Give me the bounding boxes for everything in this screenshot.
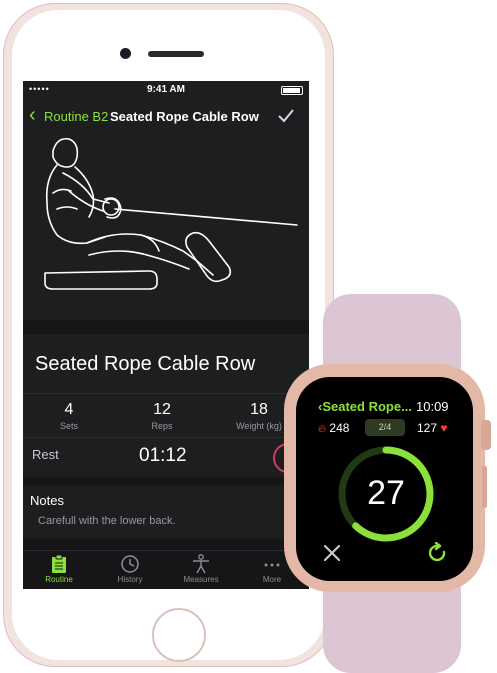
exercise-illustration <box>23 133 309 320</box>
heart-icon: ♥ <box>440 421 448 435</box>
tab-routine[interactable]: Routine <box>23 551 95 589</box>
front-camera <box>120 48 131 59</box>
watch-screen: ‹Seated Rope... 10:09 🔥︎ 248 2/4 127 ♥ 2… <box>296 377 473 581</box>
calories-value: 248 <box>329 421 350 435</box>
tab-history[interactable]: History <box>94 551 166 589</box>
close-icon[interactable] <box>322 543 342 563</box>
battery-icon <box>281 86 303 95</box>
rest-row: Rest 01:12 <box>23 437 309 478</box>
watch-side-button[interactable] <box>482 466 487 508</box>
watch-heart-rate: 127 ♥ <box>417 421 448 435</box>
stat-value: 12 <box>153 401 171 418</box>
status-bar: ••••• 9:41 AM <box>23 81 309 99</box>
tab-label: Measures <box>183 575 219 584</box>
rest-label: Rest <box>32 447 59 462</box>
stat-label: Reps <box>151 421 173 431</box>
nav-title: Seated Rope Cable Row <box>110 109 259 124</box>
stat-sets: 4 Sets <box>29 401 109 431</box>
back-chevron-icon[interactable]: ‹ <box>29 105 36 125</box>
notes-text: Carefull with the lower back. <box>38 515 176 527</box>
stat-value: 4 <box>64 401 74 418</box>
notes-heading: Notes <box>30 493 64 508</box>
phone-screen: ••••• 9:41 AM ‹ Routine B2 Seated Rope C… <box>23 81 309 589</box>
more-icon <box>264 563 280 567</box>
tab-measures[interactable]: Measures <box>165 551 237 589</box>
watch-calories: 🔥︎ 248 <box>318 421 349 436</box>
stats-row: 4 Sets 12 Reps 18 Weight (kg) <box>23 393 309 436</box>
exercise-title: Seated Rope Cable Row <box>35 353 256 375</box>
rest-timer: 01:12 <box>139 445 187 466</box>
watch-time: 10:09 <box>416 399 449 414</box>
status-time: 9:41 AM <box>147 84 185 95</box>
section-divider <box>23 539 309 550</box>
tab-label: History <box>117 575 143 584</box>
earpiece-speaker <box>148 51 204 57</box>
clock-icon <box>121 555 139 573</box>
tab-bar: Routine History Measures More <box>23 550 309 589</box>
set-progress-badge: 2/4 <box>365 419 405 436</box>
navigation-bar: ‹ Routine B2 Seated Rope Cable Row <box>23 99 309 133</box>
stat-label: Sets <box>59 421 78 431</box>
section-divider <box>23 320 309 334</box>
digital-crown[interactable] <box>481 420 491 450</box>
tab-label: Routine <box>45 575 73 584</box>
home-button[interactable] <box>152 608 206 662</box>
back-button[interactable]: Routine B2 <box>44 109 108 124</box>
body-icon <box>193 554 209 574</box>
redo-icon[interactable] <box>427 542 449 564</box>
section-divider <box>23 477 309 485</box>
flame-icon: 🔥︎ <box>318 423 327 435</box>
checkmark-icon[interactable] <box>276 106 296 126</box>
watch-back-title[interactable]: ‹Seated Rope... <box>318 399 412 414</box>
watch-title: Seated Rope... <box>322 399 412 414</box>
rep-count: 27 <box>367 474 405 512</box>
heart-rate-value: 127 <box>417 421 438 435</box>
clipboard-icon <box>52 554 66 573</box>
stat-reps: 12 Reps <box>122 401 202 431</box>
